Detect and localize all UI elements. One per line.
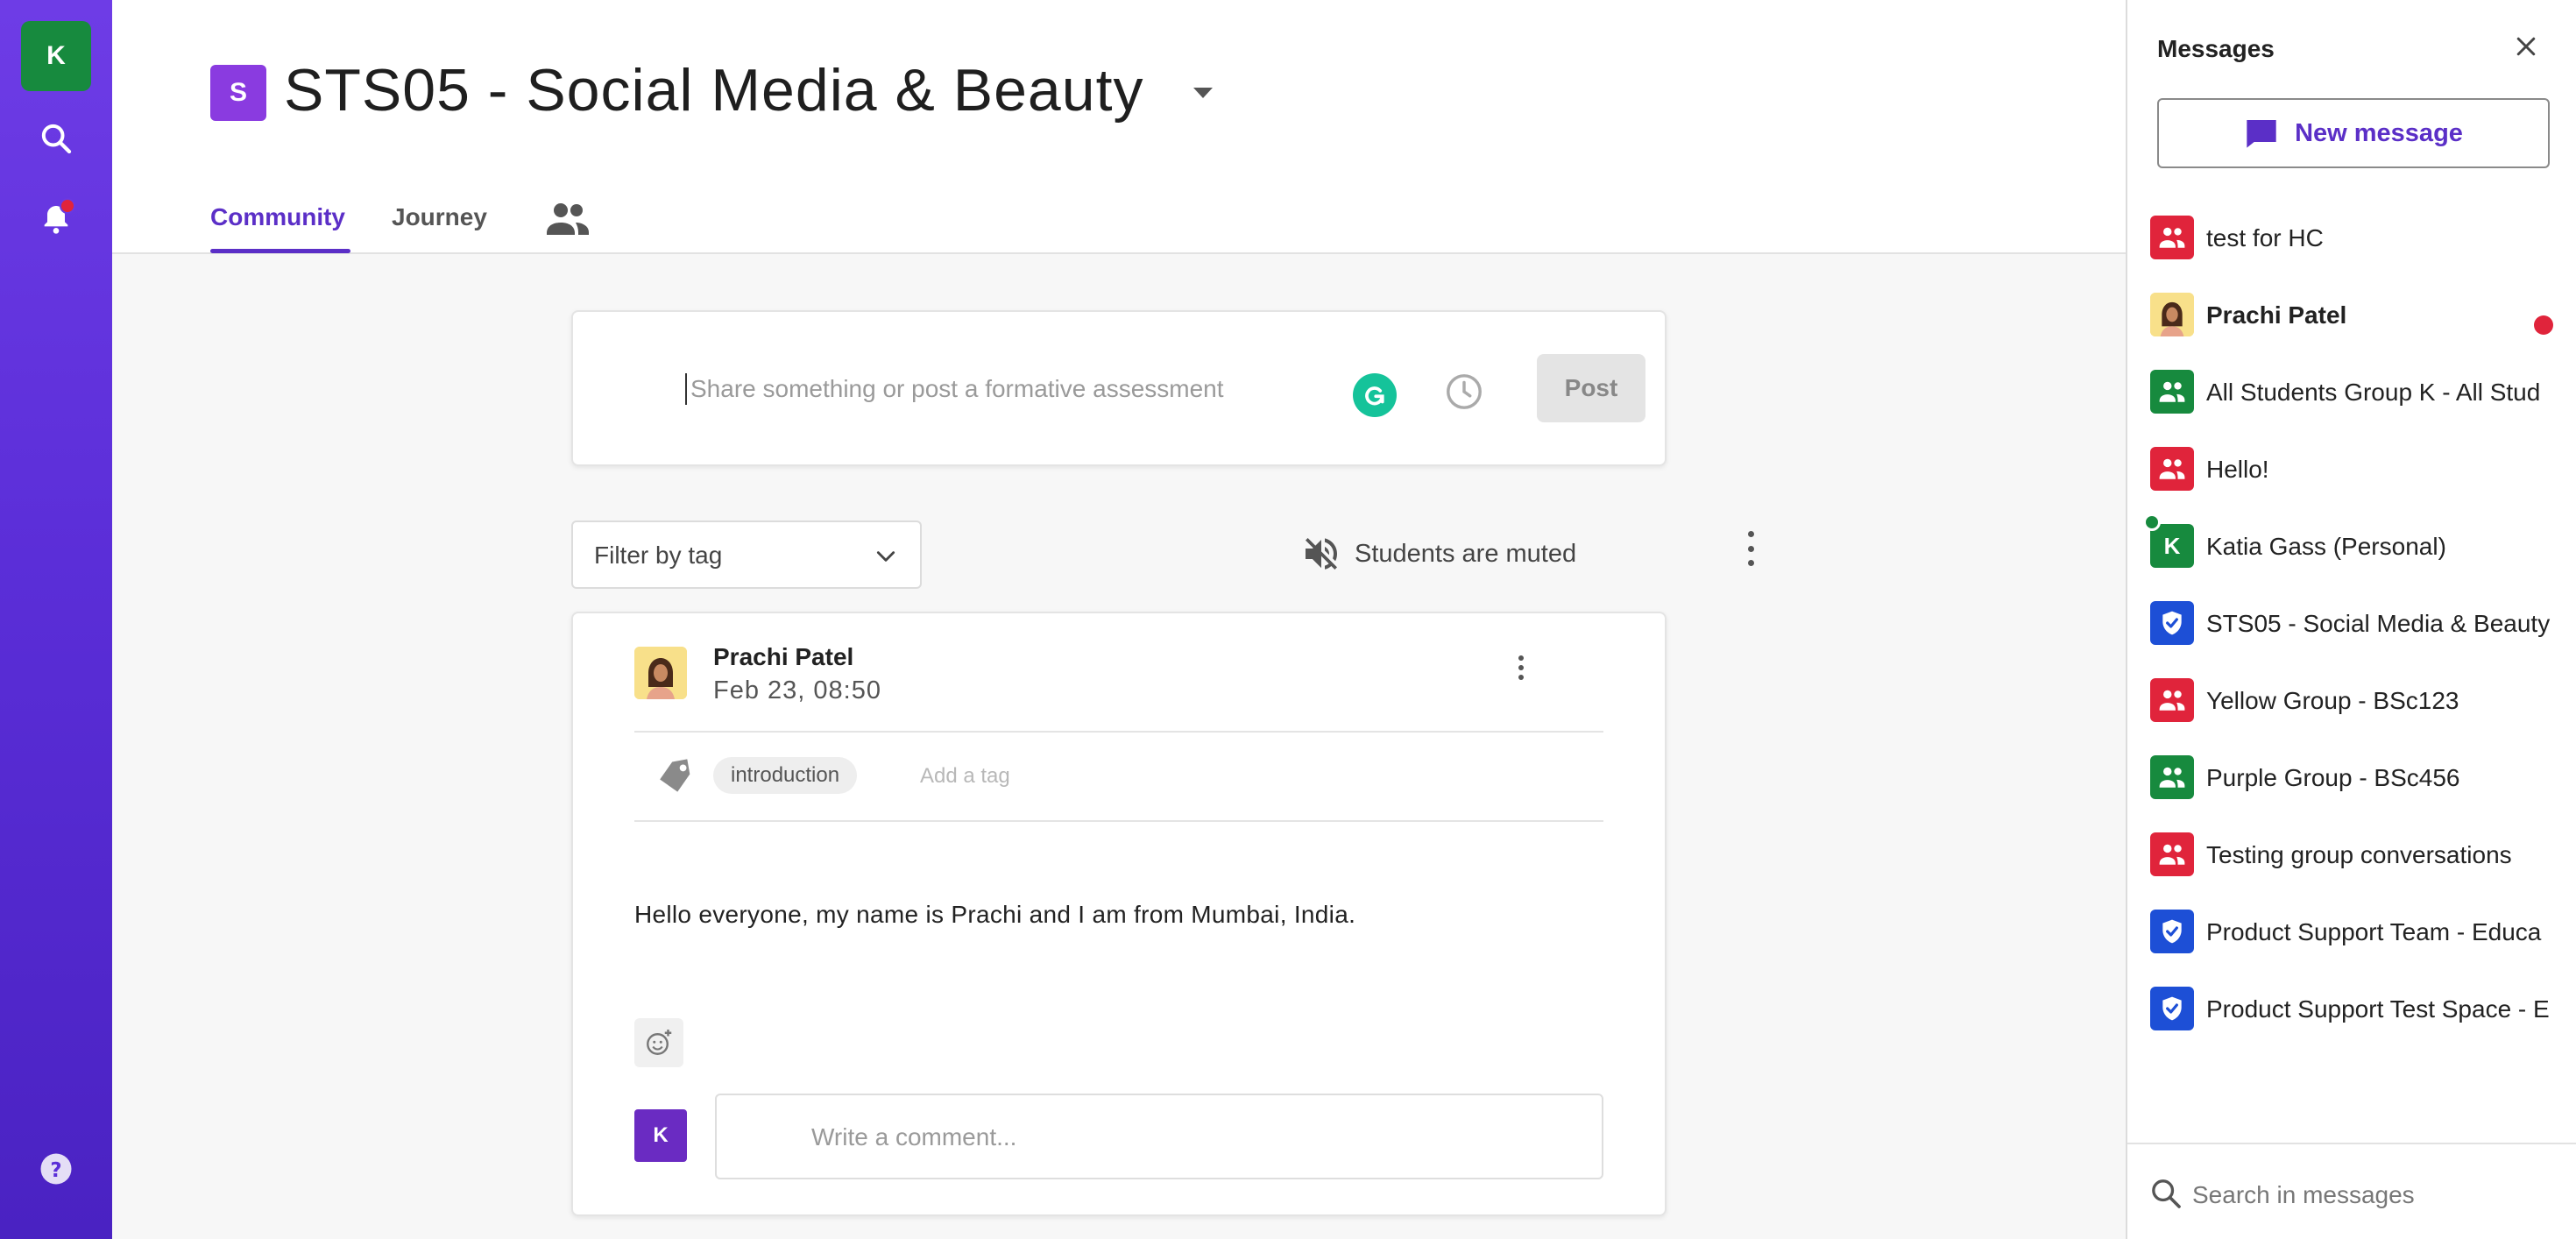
conversation-label: Product Support Team - Educa xyxy=(2206,918,2542,945)
close-icon[interactable] xyxy=(2513,33,2539,60)
post-timestamp: Feb 23, 08:50 xyxy=(713,676,881,704)
group-icon xyxy=(2150,216,2194,259)
message-icon xyxy=(2247,120,2276,148)
space-header: S STS05 - Social Media & Beauty Communit… xyxy=(112,0,2127,254)
conversation-item[interactable]: All Students Group K - All Stud xyxy=(2150,365,2576,417)
add-reaction-icon[interactable] xyxy=(634,1018,683,1067)
conversation-item[interactable]: Product Support Test Space - E xyxy=(2150,981,2576,1034)
tab-journey[interactable]: Journey xyxy=(392,203,487,231)
caret-down-icon[interactable] xyxy=(1193,88,1213,98)
shield-icon xyxy=(2150,910,2194,953)
conversation-item[interactable]: test for HC xyxy=(2150,210,2576,263)
conversation-label: STS05 - Social Media & Beauty xyxy=(2206,610,2551,637)
conversation-item[interactable]: Prachi Patel xyxy=(2150,287,2576,340)
messages-panel: Messages New message test for HC Prachi P… xyxy=(2126,0,2576,1239)
filter-label: Filter by tag xyxy=(594,542,723,569)
comment-input[interactable]: Write a comment... xyxy=(715,1094,1603,1179)
volume-off-icon xyxy=(1300,533,1342,575)
people-icon[interactable] xyxy=(545,200,591,238)
svg-text:?: ? xyxy=(50,1159,61,1182)
group-icon xyxy=(2150,755,2194,799)
help-icon[interactable]: ? xyxy=(35,1148,77,1190)
left-rail: K ? xyxy=(0,0,112,1239)
tag-chip[interactable]: introduction xyxy=(713,757,858,794)
author-avatar[interactable] xyxy=(634,647,687,699)
avatar: K xyxy=(2150,524,2194,568)
students-muted-label: Students are muted xyxy=(1355,540,1577,568)
post-composer: Share something or post a formative asse… xyxy=(571,310,1667,466)
search-icon[interactable] xyxy=(35,117,77,159)
comment-placeholder: Write a comment... xyxy=(811,1123,1017,1150)
avatar xyxy=(2150,293,2194,336)
conversation-item[interactable]: Yellow Group - BSc123 xyxy=(2150,673,2576,726)
message-search-input[interactable] xyxy=(2192,1179,2560,1211)
messages-title: Messages xyxy=(2157,35,2275,62)
conversation-item[interactable]: STS05 - Social Media & Beauty xyxy=(2150,596,2576,648)
post-button[interactable]: Post xyxy=(1537,354,1645,422)
shield-icon xyxy=(2150,987,2194,1030)
shield-icon xyxy=(2150,601,2194,645)
conversation-item[interactable]: Product Support Team - Educa xyxy=(2150,904,2576,957)
online-status-indicator xyxy=(2143,513,2161,531)
conversation-item[interactable]: K Katia Gass (Personal) xyxy=(2150,519,2576,571)
main-area: S STS05 - Social Media & Beauty Communit… xyxy=(112,0,2127,1239)
tab-community[interactable]: Community xyxy=(210,203,345,231)
group-icon xyxy=(2150,678,2194,722)
conversation-label: Testing group conversations xyxy=(2206,841,2512,868)
divider xyxy=(634,731,1603,733)
unread-indicator xyxy=(2534,315,2553,335)
conversation-label: test for HC xyxy=(2206,224,2324,251)
conversation-label: All Students Group K - All Stud xyxy=(2206,379,2541,406)
feed-options-icon[interactable] xyxy=(1745,531,1756,566)
conversation-label: Katia Gass (Personal) xyxy=(2206,533,2446,560)
conversation-label: Hello! xyxy=(2206,456,2269,483)
conversation-label: Prachi Patel xyxy=(2206,301,2347,329)
schedule-clock-icon[interactable] xyxy=(1444,372,1484,412)
chevron-down-icon xyxy=(876,551,895,562)
group-icon xyxy=(2150,370,2194,414)
conversation-item[interactable]: Hello! xyxy=(2150,442,2576,494)
space-badge: S xyxy=(210,65,266,121)
search-icon xyxy=(2152,1179,2181,1208)
conversation-label: Purple Group - BSc456 xyxy=(2206,764,2460,791)
divider xyxy=(2127,1143,2576,1144)
add-tag-input[interactable]: Add a tag xyxy=(920,764,1010,789)
post-body: Hello everyone, my name is Prachi and I … xyxy=(634,901,1356,928)
conversation-label: Yellow Group - BSc123 xyxy=(2206,687,2459,714)
new-message-label: New message xyxy=(2295,118,2463,147)
conversation-item[interactable]: Purple Group - BSc456 xyxy=(2150,750,2576,803)
active-tab-indicator xyxy=(210,249,350,253)
page-title[interactable]: STS05 - Social Media & Beauty xyxy=(284,56,1143,124)
post-options-icon[interactable] xyxy=(1516,655,1526,680)
divider xyxy=(634,820,1603,822)
user-avatar[interactable]: K xyxy=(21,21,91,91)
conversation-item[interactable]: Testing group conversations xyxy=(2150,827,2576,880)
filter-by-tag-select[interactable]: Filter by tag xyxy=(571,520,922,589)
post-card: Prachi Patel Feb 23, 08:50 introduction … xyxy=(571,612,1667,1216)
commenter-avatar: K xyxy=(634,1109,687,1162)
new-message-button[interactable]: New message xyxy=(2157,98,2550,168)
grammarly-icon[interactable] xyxy=(1353,373,1397,417)
text-cursor xyxy=(685,373,687,405)
tag-icon xyxy=(654,752,699,797)
notification-dot xyxy=(60,198,75,214)
group-icon xyxy=(2150,832,2194,876)
composer-input[interactable]: Share something or post a formative asse… xyxy=(690,375,1224,403)
post-author[interactable]: Prachi Patel xyxy=(713,643,853,671)
bell-icon[interactable] xyxy=(35,198,77,240)
conversation-label: Product Support Test Space - E xyxy=(2206,995,2550,1023)
group-icon xyxy=(2150,447,2194,491)
